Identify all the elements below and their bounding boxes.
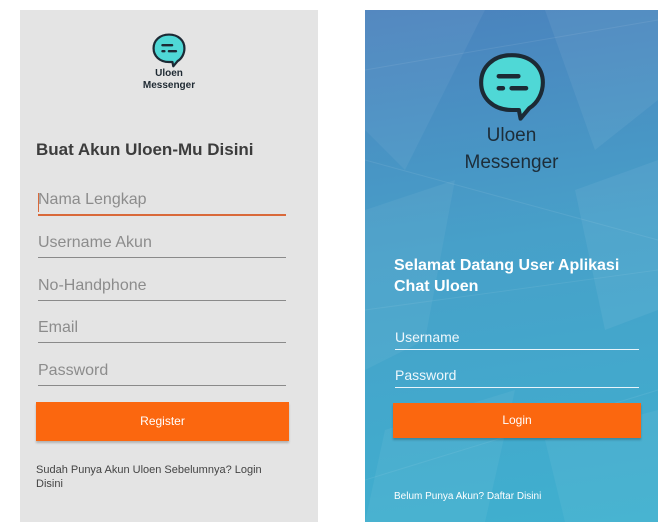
login-password-input[interactable] xyxy=(395,362,639,387)
register-link[interactable]: Belum Punya Akun? Daftar Disini xyxy=(394,491,541,502)
login-password-field-wrap xyxy=(395,362,639,388)
page-title: Buat Akun Uloen-Mu Disini xyxy=(36,140,254,159)
username-field-wrap xyxy=(38,228,286,258)
full-name-field-wrap xyxy=(38,186,286,216)
login-username-field-wrap xyxy=(395,324,639,350)
email-input[interactable] xyxy=(38,313,286,342)
password-field-wrap xyxy=(38,356,286,386)
logo-text-line1: Uloen xyxy=(486,125,537,146)
chat-bubble-icon xyxy=(478,53,545,121)
logo-text-line2: Messenger xyxy=(142,80,196,91)
app-logo: Uloen Messenger xyxy=(365,50,658,176)
login-button[interactable]: Login xyxy=(393,403,641,438)
logo-text-line2: Messenger xyxy=(464,152,559,173)
full-name-input[interactable] xyxy=(38,186,286,214)
username-input[interactable] xyxy=(38,228,286,257)
register-button[interactable]: Register xyxy=(36,402,289,441)
welcome-title: Selamat Datang User Aplikasi Chat Uloen xyxy=(394,257,620,295)
app-logo: Uloen Messenger xyxy=(20,32,318,92)
login-screen: Uloen Messenger Selamat Datang User Apli… xyxy=(365,10,658,522)
login-link[interactable]: Sudah Punya Akun Uloen Sebelumnya? Login… xyxy=(36,463,286,491)
phone-field-wrap xyxy=(38,271,286,301)
phone-input[interactable] xyxy=(38,271,286,300)
password-input[interactable] xyxy=(38,356,286,385)
chat-bubble-icon xyxy=(152,33,186,68)
register-screen: Uloen Messenger Buat Akun Uloen-Mu Disin… xyxy=(20,10,318,522)
login-username-input[interactable] xyxy=(395,324,639,349)
email-field-wrap xyxy=(38,313,286,343)
logo-text-line1: Uloen xyxy=(155,68,183,79)
